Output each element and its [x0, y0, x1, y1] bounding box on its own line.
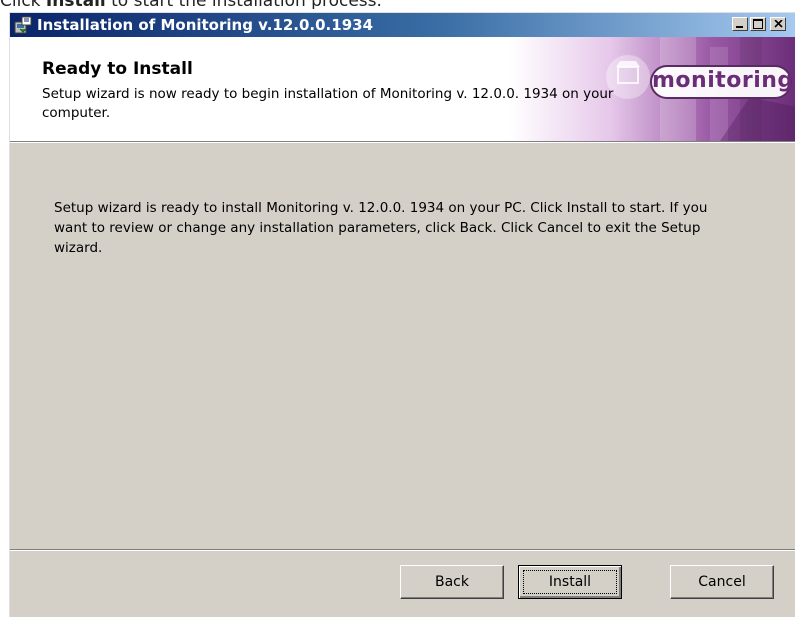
- minimize-button[interactable]: [732, 17, 748, 31]
- maximize-button[interactable]: [750, 17, 766, 31]
- installer-window: Installation of Monitoring v.12.0.0.1934: [9, 12, 795, 617]
- instructions-text: Setup wizard is ready to install Monitor…: [54, 200, 708, 256]
- header-banner: Ready to Install Setup wizard is now rea…: [10, 37, 795, 141]
- install-button-label: Install: [548, 574, 592, 590]
- header-divider: [10, 141, 795, 143]
- caption-bold: Install: [46, 0, 106, 9]
- back-button[interactable]: Back: [400, 565, 504, 599]
- banner-title: Ready to Install: [42, 59, 193, 79]
- install-button[interactable]: Install: [518, 565, 622, 599]
- caption-suffix: to start the installation process.: [106, 0, 382, 9]
- footer-divider: [10, 549, 795, 551]
- installer-icon: [14, 16, 32, 34]
- cancel-button[interactable]: Cancel: [670, 565, 774, 599]
- title-bar[interactable]: Installation of Monitoring v.12.0.0.1934: [10, 13, 795, 37]
- close-button[interactable]: [770, 17, 786, 31]
- close-icon: [774, 20, 783, 28]
- caption-prefix: Click: [0, 0, 46, 9]
- document-caption: Click Install to start the installation …: [0, 0, 795, 9]
- window-title: Installation of Monitoring v.12.0.0.1934: [37, 16, 374, 34]
- banner-description: Setup wizard is now ready to begin insta…: [42, 86, 614, 121]
- logo-text: monitoring: [652, 68, 794, 93]
